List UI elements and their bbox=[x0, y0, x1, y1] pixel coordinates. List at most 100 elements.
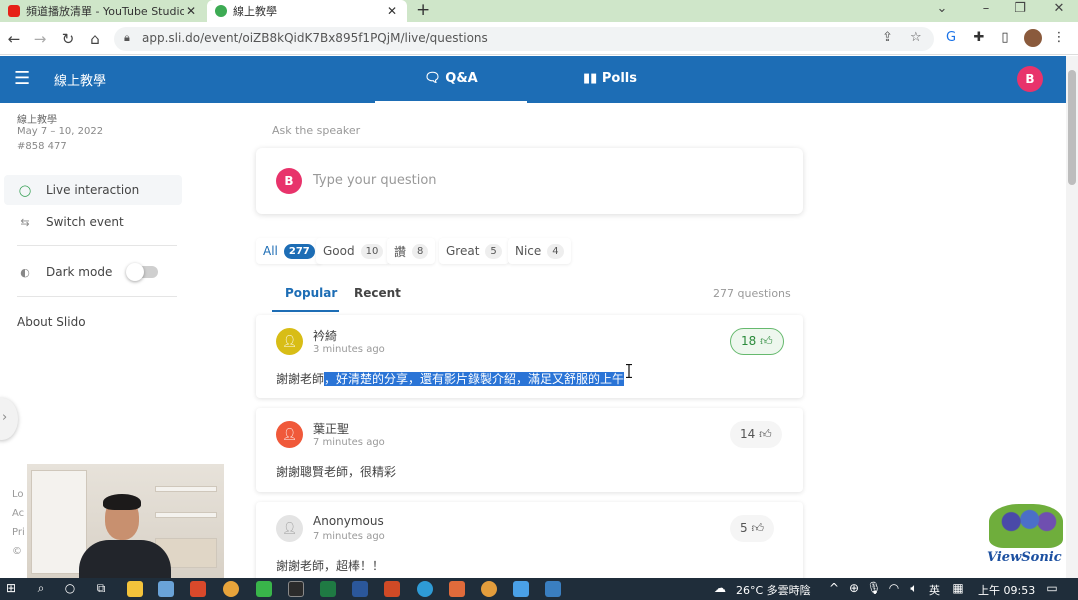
microphone-icon[interactable]: 🎙︎ bbox=[866, 581, 882, 595]
home-icon[interactable]: ⌂ bbox=[84, 28, 106, 50]
extensions-icon[interactable]: ✚ bbox=[970, 29, 988, 47]
viewsonic-logo: ViewSonic bbox=[985, 504, 1071, 576]
dark-mode-toggle[interactable] bbox=[126, 263, 158, 281]
filter-chip-good[interactable]: Good 10 bbox=[316, 238, 391, 264]
chip-label: All bbox=[263, 244, 278, 258]
hamburger-menu-icon[interactable]: ☰ bbox=[14, 69, 30, 89]
back-icon[interactable]: ← bbox=[3, 28, 25, 50]
address-bar[interactable]: 🔒︎ app.sli.do/event/oiZB8kQidK7Bx895f1PQ… bbox=[114, 27, 934, 51]
bookmark-star-icon[interactable]: ☆ bbox=[910, 30, 922, 45]
edge-icon[interactable] bbox=[417, 581, 433, 597]
footer-link[interactable]: Lo bbox=[12, 489, 24, 500]
tab-search-icon[interactable]: ⌄ bbox=[932, 0, 952, 22]
question-input[interactable]: B Type your question bbox=[256, 148, 803, 214]
minimize-icon[interactable]: – bbox=[976, 0, 996, 22]
event-code: #858 477 bbox=[17, 141, 67, 152]
volume-icon[interactable]: 🔈︎ bbox=[906, 581, 922, 596]
sidebar-item-switch-event[interactable]: ⇆ Switch event bbox=[4, 207, 182, 237]
weather-text[interactable]: 26°C 多雲時陰 bbox=[736, 582, 811, 598]
like-button[interactable]: 18 👍︎ bbox=[730, 328, 784, 355]
windows-start-icon[interactable]: ⊞ bbox=[3, 581, 19, 595]
filter-chip-all[interactable]: All 277 bbox=[256, 238, 322, 264]
chat-icon: ◯ bbox=[18, 183, 32, 197]
person-icon: 👤︎ bbox=[281, 521, 298, 535]
translate-icon[interactable]: G bbox=[942, 29, 960, 47]
chip-label: Great bbox=[446, 244, 480, 258]
wifi-icon[interactable]: ◠ bbox=[886, 581, 902, 595]
excel-icon[interactable] bbox=[320, 581, 336, 597]
ime-indicator[interactable]: 英 bbox=[929, 582, 940, 598]
browser-tab-strip: 頻道播放清單 - YouTube Studio ✕ 線上教學 ✕ + ⌄ – ❐… bbox=[0, 0, 1078, 22]
sort-tab-recent[interactable]: Recent bbox=[354, 286, 401, 300]
new-tab-button[interactable]: + bbox=[416, 0, 430, 22]
author-name: 衿綺 bbox=[313, 329, 338, 343]
filter-chip-zan[interactable]: 讚 8 bbox=[387, 238, 436, 264]
chip-count: 10 bbox=[360, 243, 384, 259]
keyboard-icon[interactable]: ▦ bbox=[950, 581, 966, 595]
share-icon[interactable]: ⇪ bbox=[882, 30, 893, 45]
swap-arrows-icon: ⇆ bbox=[20, 215, 30, 229]
restore-icon[interactable]: ❐ bbox=[1010, 0, 1030, 22]
more-menu-icon[interactable]: ⋮ bbox=[1050, 29, 1068, 47]
file-explorer-icon[interactable] bbox=[127, 581, 143, 597]
question-count: 277 questions bbox=[713, 287, 791, 300]
powerpoint-icon[interactable] bbox=[384, 581, 400, 597]
close-tab-icon[interactable]: ✕ bbox=[385, 4, 399, 18]
line-icon[interactable] bbox=[256, 581, 272, 597]
ask-label: Ask the speaker bbox=[272, 124, 361, 137]
scrollbar-thumb[interactable] bbox=[1068, 70, 1076, 185]
page-scrollbar[interactable] bbox=[1066, 56, 1078, 578]
close-tab-icon[interactable]: ✕ bbox=[184, 4, 198, 18]
word-icon[interactable] bbox=[352, 581, 368, 597]
close-window-icon[interactable]: ✕ bbox=[1049, 0, 1069, 22]
search-icon[interactable]: ⌕ bbox=[33, 581, 49, 596]
chrome-icon[interactable] bbox=[223, 581, 239, 597]
app-icon[interactable] bbox=[545, 581, 561, 597]
side-panel-icon[interactable]: ▯ bbox=[996, 29, 1014, 47]
chip-count: 8 bbox=[412, 243, 429, 259]
chat-bubbles-icon: 🗨︎ bbox=[424, 71, 441, 86]
forward-icon[interactable]: → bbox=[29, 28, 51, 50]
tab-title: 頻道播放清單 - YouTube Studio bbox=[26, 5, 184, 18]
browser-tab-slido[interactable]: 線上教學 ✕ bbox=[207, 0, 407, 22]
tab-polls[interactable]: ▮▮ Polls bbox=[560, 56, 660, 103]
user-avatar[interactable]: B bbox=[1017, 66, 1043, 92]
task-view-icon[interactable]: ⧉ bbox=[93, 581, 109, 596]
chrome-active-icon[interactable] bbox=[449, 581, 465, 597]
app-icon[interactable] bbox=[190, 581, 206, 597]
reload-icon[interactable]: ↻ bbox=[57, 28, 79, 50]
tab-qa[interactable]: 🗨︎ Q&A bbox=[375, 56, 527, 103]
tab-title: 線上教學 bbox=[233, 5, 277, 18]
chrome-icon[interactable] bbox=[481, 581, 497, 597]
about-slido-link[interactable]: About Slido bbox=[17, 315, 86, 329]
chevron-right-icon: › bbox=[2, 410, 8, 425]
question-text: 謝謝老師，好清楚的分享，還有影片錄製介紹，滿足又舒服的上午 bbox=[276, 370, 625, 387]
youtube-icon bbox=[8, 5, 20, 17]
profile-avatar-icon[interactable] bbox=[1024, 29, 1042, 47]
like-button[interactable]: 14 👍︎ bbox=[730, 421, 782, 448]
app-icon[interactable] bbox=[513, 581, 529, 597]
slido-icon bbox=[215, 5, 227, 17]
filter-chip-nice[interactable]: Nice 4 bbox=[508, 238, 571, 264]
sort-tab-popular[interactable]: Popular bbox=[285, 286, 337, 300]
clock[interactable]: 上午 09:53 bbox=[978, 582, 1035, 598]
app-icon[interactable] bbox=[158, 581, 174, 597]
app-icon[interactable] bbox=[288, 581, 304, 597]
question-placeholder: Type your question bbox=[313, 173, 437, 188]
cloud-icon: ☁ bbox=[714, 581, 726, 595]
sidebar-item-live-interaction[interactable]: ◯ Live interaction bbox=[4, 175, 182, 205]
event-name: 線上教學 bbox=[17, 115, 57, 126]
network-icon[interactable]: ⊕ bbox=[846, 581, 862, 595]
like-button[interactable]: 5 👍︎ bbox=[730, 515, 775, 542]
chevron-up-icon[interactable]: ^ bbox=[826, 581, 842, 595]
notification-icon[interactable]: ▭ bbox=[1044, 581, 1060, 595]
browser-toolbar: ← → ↻ ⌂ 🔒︎ app.sli.do/event/oiZB8kQidK7B… bbox=[0, 22, 1078, 55]
cortana-icon[interactable]: ○ bbox=[62, 581, 78, 595]
footer-link[interactable]: Pri bbox=[12, 527, 25, 538]
like-count: 5 bbox=[740, 521, 748, 535]
like-count: 18 bbox=[741, 334, 757, 348]
footer-link[interactable]: Ac bbox=[12, 508, 24, 519]
browser-tab-youtube-studio[interactable]: 頻道播放清單 - YouTube Studio ✕ bbox=[0, 0, 206, 22]
question-text: 謝謝聰賢老師，很精彩 bbox=[276, 465, 397, 479]
filter-chip-great[interactable]: Great 5 bbox=[439, 238, 509, 264]
